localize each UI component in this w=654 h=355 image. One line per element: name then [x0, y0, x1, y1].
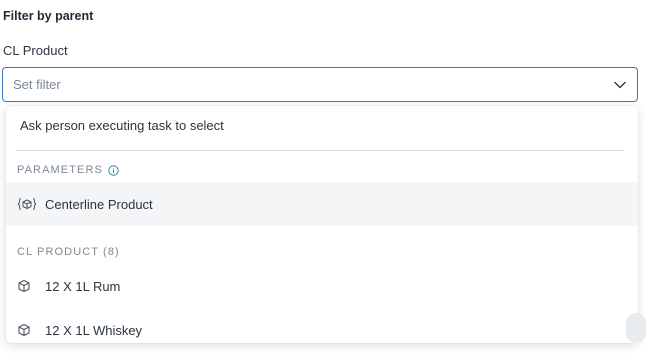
option-centerline-product[interactable]: Centerline Product: [6, 182, 638, 226]
divider: [16, 150, 624, 151]
option-12x1l-whiskey[interactable]: 12 X 1L Whiskey: [6, 308, 638, 343]
cl-product-group-header: CL PRODUCT (8): [17, 246, 120, 258]
info-icon[interactable]: [108, 164, 119, 176]
chevron-down-icon[interactable]: [613, 78, 627, 92]
option-12x1l-rum[interactable]: 12 X 1L Rum: [6, 264, 638, 308]
filter-dropdown-menu: Ask person executing task to select PARA…: [6, 106, 638, 343]
cube-icon: [17, 278, 39, 294]
section-title: Filter by parent: [3, 9, 94, 23]
option-label: Centerline Product: [45, 196, 153, 212]
cube-icon: [17, 322, 39, 338]
parameters-header-label: PARAMETERS: [17, 164, 103, 176]
background-button-edge: [626, 313, 646, 343]
cl-product-header-label: CL PRODUCT (8): [17, 246, 120, 258]
option-label: 12 X 1L Rum: [45, 278, 121, 294]
field-label: CL Product: [3, 43, 68, 58]
option-label: 12 X 1L Whiskey: [45, 322, 143, 338]
parameters-group-header: PARAMETERS: [17, 164, 119, 176]
cl-product-select[interactable]: Set filter: [2, 67, 638, 102]
select-placeholder: Set filter: [13, 77, 61, 92]
parameter-cube-icon: [17, 196, 39, 212]
ask-executor-option[interactable]: Ask person executing task to select: [6, 106, 638, 146]
